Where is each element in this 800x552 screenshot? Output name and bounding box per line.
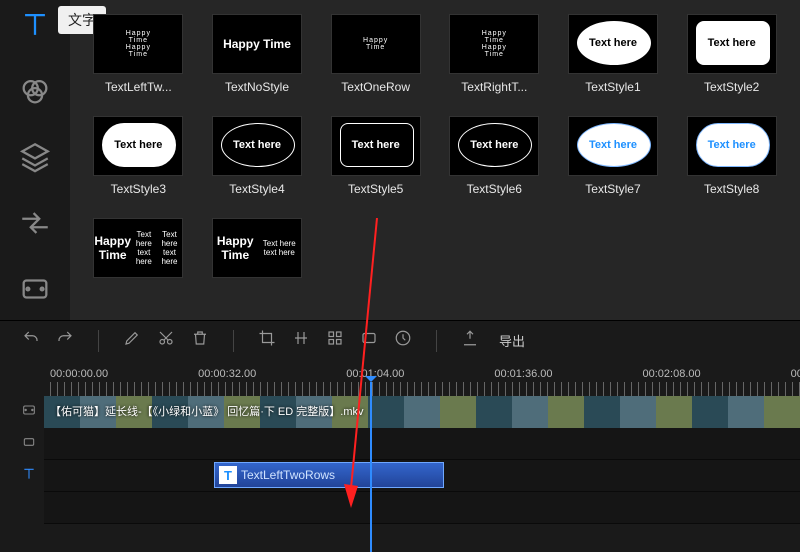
sidebar-tab-transition[interactable]: [18, 206, 52, 240]
gallery-item-label: TextRightT...: [449, 80, 539, 94]
gallery-item[interactable]: Text here TextStyle4: [207, 116, 308, 196]
text-style-thumb[interactable]: Happy TimeText here text hereText here t…: [93, 218, 183, 278]
time-label: 00:02:08.00: [643, 368, 701, 380]
gallery-item-label: TextStyle5: [331, 182, 421, 196]
gallery-item[interactable]: Text here TextStyle2: [681, 14, 782, 94]
speed-button[interactable]: [394, 329, 412, 352]
text-track: T TextLeftTwoRows: [14, 460, 800, 492]
ratio-button[interactable]: [360, 329, 378, 352]
gallery-item-label: TextStyle3: [93, 182, 183, 196]
time-ruler[interactable]: [50, 382, 800, 396]
gallery-item-label: TextStyle8: [687, 182, 777, 196]
gallery-item-label: TextStyle4: [212, 182, 302, 196]
timeline-panel: 00:00:00.0000:00:32.0000:01:04.0000:01:3…: [0, 360, 800, 524]
left-sidebar: [0, 0, 70, 320]
editor-toolbar: 导出: [0, 320, 800, 360]
text-style-thumb[interactable]: Text here: [93, 116, 183, 176]
gallery-item-label: TextStyle2: [687, 80, 777, 94]
text-clip-type-icon: T: [219, 466, 237, 484]
crop-button[interactable]: [258, 329, 276, 352]
edit-button[interactable]: [123, 329, 141, 352]
text-style-thumb[interactable]: Text here: [568, 14, 658, 74]
time-label: 00:00:32.00: [198, 368, 256, 380]
delete-button[interactable]: [191, 329, 209, 352]
time-label: 00:00:00.00: [50, 368, 108, 380]
empty-track: [14, 428, 800, 460]
gallery-item[interactable]: Text here TextStyle5: [325, 116, 426, 196]
export-button[interactable]: [461, 329, 479, 352]
top-panel: 文字 HappyTimeHappyTimeTextLeftTw...Happy …: [0, 0, 800, 320]
gallery-item[interactable]: Happy TimeText here text hereText here t…: [88, 218, 189, 284]
undo-button[interactable]: [22, 329, 40, 352]
text-style-thumb[interactable]: Text here: [331, 116, 421, 176]
gallery-item[interactable]: Happy Time TextNoStyle: [207, 14, 308, 94]
text-clip[interactable]: T TextLeftTwoRows: [214, 462, 444, 488]
text-style-thumb[interactable]: Happy TimeText here text here: [212, 218, 302, 278]
gallery-item[interactable]: Text here TextStyle1: [563, 14, 664, 94]
text-clip-label: TextLeftTwoRows: [241, 468, 335, 482]
time-ruler-labels: 00:00:00.0000:00:32.0000:01:04.0000:01:3…: [0, 360, 800, 382]
export-label: 导出: [499, 331, 525, 350]
video-track-icon: [14, 402, 44, 423]
text-track-icon: [14, 466, 44, 487]
playhead[interactable]: [370, 382, 372, 552]
sidebar-tab-element[interactable]: [18, 272, 52, 306]
text-style-thumb[interactable]: HappyTimeHappyTime: [93, 14, 183, 74]
gallery-item[interactable]: Text here TextStyle3: [88, 116, 189, 196]
split-button[interactable]: [292, 329, 310, 352]
text-style-gallery: HappyTimeHappyTime TextLeftTw... Happy Tim…: [70, 0, 800, 320]
text-style-thumb[interactable]: Text here: [449, 116, 539, 176]
gallery-item[interactable]: Text here TextStyle8: [681, 116, 782, 196]
toolbar-separator: [233, 330, 234, 352]
gallery-item-label: TextStyle1: [568, 80, 658, 94]
cut-button[interactable]: [157, 329, 175, 352]
empty-track-icon: [14, 434, 44, 455]
time-label: 00:01:36.00: [494, 368, 552, 380]
gallery-item-label: TextLeftTw...: [93, 80, 183, 94]
gallery-item[interactable]: Text here TextStyle7: [563, 116, 664, 196]
gallery-item-label: TextStyle7: [568, 182, 658, 196]
video-track: 【佑可猫】延长线-【《小绿和小蓝》 回忆篇·下 ED 完整版】.mkv: [14, 396, 800, 428]
gallery-item-label: TextNoStyle: [212, 80, 302, 94]
redo-button[interactable]: [56, 329, 74, 352]
gallery-item[interactable]: Text here TextStyle6: [444, 116, 545, 196]
video-clip[interactable]: 【佑可猫】延长线-【《小绿和小蓝》 回忆篇·下 ED 完整版】.mkv: [44, 396, 800, 428]
text-style-thumb[interactable]: Text here: [568, 116, 658, 176]
video-clip-filename: 【佑可猫】延长线-【《小绿和小蓝》 回忆篇·下 ED 完整版】.mkv: [50, 403, 364, 419]
grid-button[interactable]: [326, 329, 344, 352]
sidebar-tab-text[interactable]: [18, 8, 52, 42]
text-style-thumb[interactable]: HappyTimeHappyTime: [449, 14, 539, 74]
text-style-thumb[interactable]: Text here: [212, 116, 302, 176]
text-style-thumb[interactable]: Text here: [687, 14, 777, 74]
gallery-item[interactable]: HappyTime TextOneRow: [325, 14, 426, 94]
gallery-item-label: TextStyle6: [449, 182, 539, 196]
text-style-thumb[interactable]: Happy Time: [212, 14, 302, 74]
blank-track: [14, 492, 800, 524]
gallery-item[interactable]: Happy TimeText here text here: [207, 218, 308, 284]
toolbar-separator: [436, 330, 437, 352]
sidebar-tab-filter[interactable]: [18, 74, 52, 108]
time-label: 00:02:40.00: [791, 368, 800, 380]
gallery-item[interactable]: HappyTimeHappyTime TextLeftTw...: [88, 14, 189, 94]
gallery-item-label: TextOneRow: [331, 80, 421, 94]
text-style-thumb[interactable]: Text here: [687, 116, 777, 176]
text-style-thumb[interactable]: HappyTime: [331, 14, 421, 74]
sidebar-tab-overlay[interactable]: [18, 140, 52, 174]
gallery-item[interactable]: HappyTimeHappyTime TextRightT...: [444, 14, 545, 94]
toolbar-separator: [98, 330, 99, 352]
